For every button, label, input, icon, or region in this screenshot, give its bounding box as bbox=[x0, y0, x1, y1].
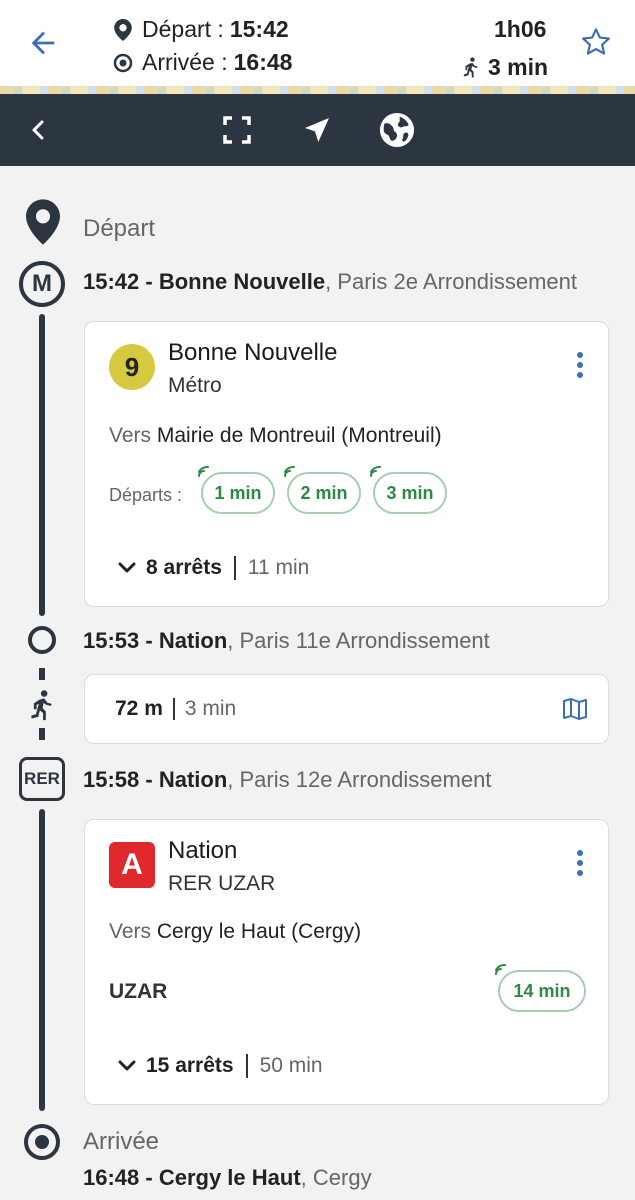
fullscreen-icon bbox=[223, 116, 251, 144]
map-toolbar bbox=[0, 94, 635, 166]
map-preview-strip bbox=[0, 86, 635, 94]
leg-mode: Métro bbox=[168, 374, 222, 397]
walk-total-value: 3 min bbox=[488, 54, 549, 80]
walk-info: 72 m 3 min bbox=[115, 697, 236, 721]
leg-mode: RER UZAR bbox=[168, 872, 276, 895]
locate-button[interactable] bbox=[299, 112, 335, 148]
itinerary-timeline: Départ M 15:42 - Bonne Nouvelle, Paris 2… bbox=[0, 166, 635, 1200]
more-options-icon[interactable] bbox=[576, 352, 584, 378]
expand-stops-button[interactable]: 8 arrêts 11 min bbox=[117, 556, 309, 580]
location-pin-icon bbox=[112, 18, 134, 41]
departs-label: Départs : bbox=[109, 485, 183, 505]
departure-pill[interactable]: 3 min bbox=[370, 465, 447, 514]
leg-duration: 50 min bbox=[259, 1054, 323, 1077]
leg-direction: Vers Cergy le Haut (Cergy) bbox=[109, 920, 362, 943]
target-icon bbox=[112, 52, 134, 74]
stop-nation-11: 15:53 - Nation, Paris 11e Arrondissement bbox=[83, 628, 490, 653]
depart-time: 15:42 bbox=[229, 16, 289, 42]
walk-dash-bottom bbox=[39, 728, 45, 748]
walk-dash-top bbox=[39, 668, 45, 688]
destination-target-icon bbox=[24, 1124, 60, 1160]
line-a-badge: A bbox=[109, 842, 155, 888]
realtime-icon bbox=[284, 465, 295, 477]
line-9-badge: 9 bbox=[109, 344, 155, 390]
walk-card[interactable]: 72 m 3 min bbox=[84, 674, 609, 744]
walking-icon bbox=[463, 56, 478, 78]
metro-icon: M bbox=[19, 261, 65, 307]
stop-circle-icon bbox=[28, 626, 56, 654]
origin-pin-icon bbox=[26, 199, 60, 245]
realtime-icon bbox=[495, 963, 506, 975]
leg-duration: 11 min bbox=[247, 556, 310, 579]
leg-title: Bonne Nouvelle bbox=[168, 339, 338, 366]
stop-cergy-le-haut: 16:48 - Cergy le Haut, Cergy bbox=[83, 1165, 372, 1190]
stop-bonne-nouvelle: 15:42 - Bonne Nouvelle, Paris 2e Arrondi… bbox=[83, 269, 577, 294]
fullscreen-button[interactable] bbox=[219, 112, 255, 148]
stop-nation-12: 15:58 - Nation, Paris 12e Arrondissement bbox=[83, 767, 492, 792]
walking-icon bbox=[31, 690, 52, 721]
globe-button[interactable] bbox=[379, 112, 415, 148]
chevron-left-icon bbox=[32, 120, 44, 140]
leg-card-rer-a[interactable]: A Nation RER UZAR Vers Cergy le Haut (Ce… bbox=[84, 819, 609, 1105]
depart-label: Départ : bbox=[142, 16, 224, 42]
realtime-icon bbox=[370, 465, 381, 477]
expand-stops-button[interactable]: 15 arrêts 50 min bbox=[117, 1054, 323, 1078]
depart-row: Départ : 15:42 bbox=[112, 16, 289, 43]
collapse-button[interactable] bbox=[20, 112, 56, 148]
leg-direction: Vers Mairie de Montreuil (Montreuil) bbox=[109, 424, 442, 447]
more-options-icon[interactable] bbox=[576, 850, 584, 876]
stops-count: 15 arrêts bbox=[146, 1054, 234, 1077]
rer-line-segment bbox=[39, 809, 45, 1111]
arrivee-time: 16:48 bbox=[233, 49, 293, 75]
back-arrow-icon[interactable] bbox=[26, 26, 60, 60]
rer-icon: RER bbox=[19, 757, 65, 801]
metro-line-segment bbox=[39, 314, 45, 616]
walk-total: 3 min bbox=[462, 54, 548, 81]
walk-duration: 3 min bbox=[184, 697, 237, 720]
globe-icon bbox=[379, 112, 415, 148]
leg-card-metro-9[interactable]: 9 Bonne Nouvelle Métro Vers Mairie de Mo… bbox=[84, 321, 609, 607]
map-icon[interactable] bbox=[562, 697, 588, 721]
destination-label: Arrivée bbox=[83, 1128, 160, 1155]
trip-duration: 1h06 bbox=[494, 16, 547, 42]
realtime-icon bbox=[198, 465, 209, 477]
origin-label: Départ bbox=[83, 215, 156, 242]
navigation-arrow-icon bbox=[305, 118, 329, 142]
departure-pill[interactable]: 2 min bbox=[284, 465, 361, 514]
leg-title: Nation bbox=[168, 837, 238, 864]
header: Départ : 15:42 Arrivée : 16:48 1h06 3 mi… bbox=[0, 0, 635, 86]
stops-count: 8 arrêts bbox=[146, 556, 222, 579]
departure-pill[interactable]: 14 min bbox=[495, 963, 586, 1012]
walk-distance: 72 m bbox=[115, 697, 163, 720]
mission-code: UZAR bbox=[109, 980, 168, 1003]
chevron-down-icon bbox=[118, 562, 136, 573]
chevron-down-icon bbox=[118, 1060, 136, 1071]
star-icon[interactable] bbox=[580, 26, 612, 58]
arrivee-label: Arrivée : bbox=[142, 49, 228, 75]
departure-pill[interactable]: 1 min bbox=[198, 465, 275, 514]
arrivee-row: Arrivée : 16:48 bbox=[112, 49, 292, 76]
